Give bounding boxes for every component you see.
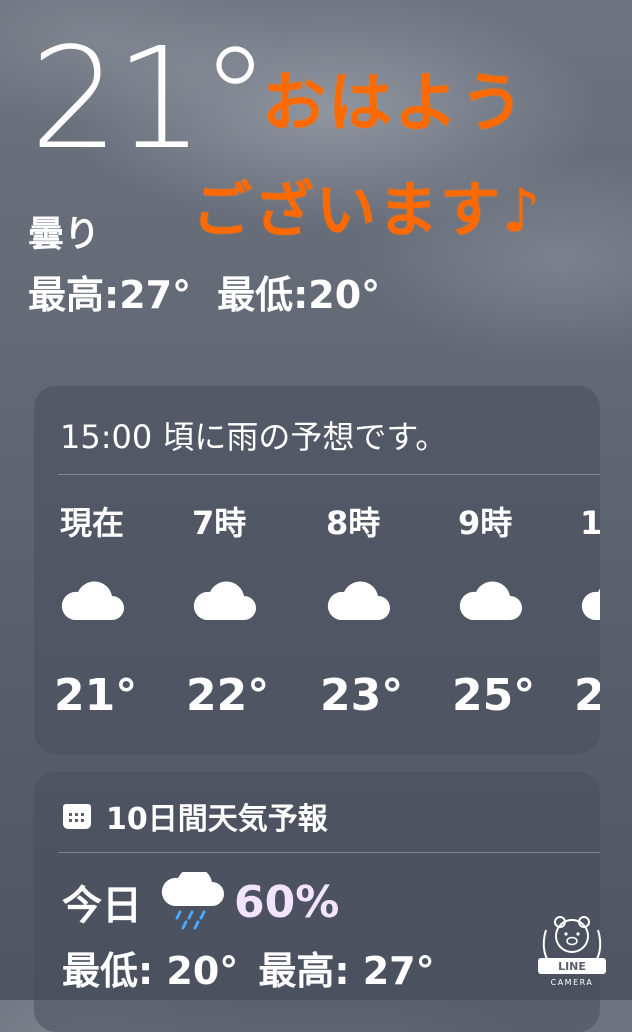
line-camera-watermark-logo: LINE CAMERA: [538, 916, 606, 987]
current-low: 最低:20°: [217, 273, 381, 317]
hour-temperature: 21°: [54, 670, 138, 721]
cloud-icon: [581, 588, 600, 620]
current-high-low: 最高:27° 最低:20°: [28, 264, 406, 319]
ten-day-forecast-card[interactable]: 10日間天気予報 今日 60% 最低: 20° 最高: 27°: [34, 772, 600, 1032]
hour-label: 7時: [192, 504, 247, 542]
forecast-title: 10日間天気予報: [106, 802, 328, 837]
hourly-forecast-card[interactable]: 15:00 頃に雨の予想です。 現在 21° 7時 22° 8時 23° 9時 …: [34, 386, 600, 754]
hour-label: 9時: [458, 504, 513, 542]
watermark-bottom: CAMERA: [551, 978, 594, 987]
current-condition: 曇り: [28, 214, 101, 255]
hour-label: 現在: [60, 504, 125, 542]
forecast-today-high-low: 最低: 20° 最高: 27°: [62, 940, 455, 995]
cloud-icon: [193, 581, 256, 620]
calendar-icon: [63, 804, 91, 829]
greeting-overlay-line2: ございます♪: [192, 176, 543, 246]
current-temperature: 21°: [30, 18, 270, 181]
cloud-icon: [327, 581, 390, 620]
hour-label: 8時: [326, 504, 381, 542]
greeting-overlay-line1: おはよう: [262, 67, 526, 141]
forecast-low: 最低: 20°: [62, 949, 239, 993]
watermark-top: LINE: [558, 960, 586, 973]
hourly-summary: 15:00 頃に雨の予想です。: [60, 418, 448, 456]
cloud-icon: [459, 581, 522, 620]
forecast-high: 最高: 27°: [258, 949, 435, 993]
hour-temperature: 26°: [574, 670, 600, 721]
forecast-row-today[interactable]: 今日 60%: [62, 872, 339, 932]
forecast-day: 今日: [62, 883, 142, 929]
hour-temperature: 23°: [320, 670, 404, 721]
cloud-rain-icon: [161, 872, 224, 930]
precipitation-chance: 60%: [234, 876, 340, 928]
current-high: 最高:27°: [28, 273, 192, 317]
hour-temperature: 25°: [452, 670, 536, 721]
cloud-icon: [61, 581, 124, 620]
divider: [58, 474, 600, 475]
divider: [58, 852, 600, 853]
hour-temperature: 22°: [186, 670, 270, 721]
hour-label: 10時: [580, 504, 600, 542]
forecast-header: 10日間天気予報: [62, 794, 328, 838]
